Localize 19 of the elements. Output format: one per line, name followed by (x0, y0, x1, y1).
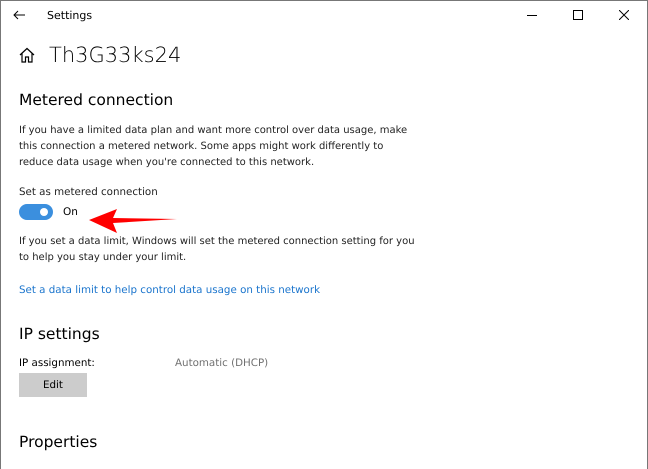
data-limit-link[interactable]: Set a data limit to help control data usage on this network (19, 284, 320, 296)
minimize-icon (527, 14, 537, 16)
page-title: Th3G33ks24 (49, 43, 182, 67)
section-heading: Properties (19, 433, 98, 451)
back-arrow-icon (13, 10, 25, 20)
toggle-switch[interactable] (19, 204, 53, 220)
section-heading: IP settings (19, 325, 101, 343)
field-value: Automatic (DHCP) (175, 357, 268, 369)
close-icon (619, 10, 629, 20)
toggle-label: Set as metered connection (19, 186, 159, 198)
description-text: If you have a limited data plan and want more control over data usage, make this connection a metered network. Some apps might work differently to reduce data usage when you're connected to this network. (19, 124, 408, 170)
maximize-icon (573, 10, 583, 20)
home-icon[interactable] (19, 47, 35, 63)
note-text: If you set a data limit, Windows will set the metered connection setting for you to help you stay under your limit. (19, 235, 416, 265)
window-title: Settings (47, 8, 94, 22)
edit-button[interactable]: Edit (19, 373, 87, 397)
field-label: IP assignment: (19, 357, 96, 369)
section-heading: Metered connection (19, 91, 174, 109)
toggle-state: On (63, 206, 78, 218)
